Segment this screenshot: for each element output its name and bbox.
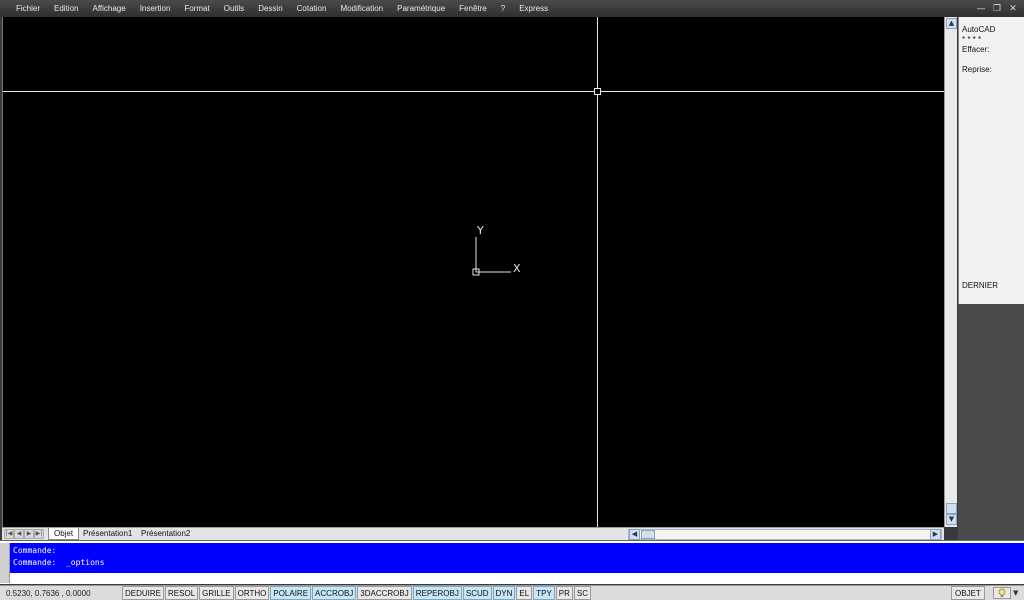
ucs-y-label: Y [476, 224, 484, 237]
command-history-line: Commande: _options [13, 558, 105, 567]
ucs-icon: Y X [472, 224, 521, 276]
command-input[interactable] [10, 573, 1024, 584]
restore-icon[interactable]: ❐ [992, 4, 1002, 14]
menu-item[interactable]: Fichier [16, 4, 40, 13]
lightbulb-icon[interactable] [993, 587, 1011, 599]
properties-line [962, 55, 1021, 65]
menu-item[interactable]: Format [184, 4, 209, 13]
vertical-scrollbar[interactable]: ▲ ▼ [944, 17, 957, 527]
tab-presentation1[interactable]: Présentation1 [78, 528, 137, 540]
toggle-scud[interactable]: SCUD [462, 586, 492, 600]
properties-panel: AutoCAD * * * * Effacer: Reprise: DERNIER [958, 17, 1024, 304]
menu-item[interactable]: Express [519, 4, 548, 13]
prev-tab-icon[interactable]: ◀ [14, 529, 24, 539]
toggle-dyn[interactable]: DYN [492, 586, 516, 600]
minimize-icon[interactable]: — [976, 4, 986, 14]
scroll-thumb[interactable] [946, 503, 957, 514]
menu-item[interactable]: Outils [224, 4, 244, 13]
properties-line: AutoCAD [962, 25, 996, 34]
tray-menu-chevron-icon[interactable]: ▼ [1013, 589, 1018, 597]
menu-item[interactable]: Affichage [92, 4, 125, 13]
toggle-reperobj[interactable]: REPEROBJ [412, 586, 462, 600]
toggle-el[interactable]: EL [516, 586, 533, 600]
menu-item[interactable]: Dessin [258, 4, 282, 13]
toggle-3daccrobj[interactable]: 3DACCROBJ [357, 586, 412, 600]
properties-bottom-label: DERNIER [962, 281, 999, 290]
command-history-line: Commande: [13, 546, 57, 555]
menu-item[interactable]: Insertion [140, 4, 171, 13]
menu-item[interactable]: Edition [54, 4, 78, 13]
horizontal-scroll-thumb[interactable] [641, 530, 655, 539]
crosshair-horizontal [3, 91, 945, 92]
right-panel-background [958, 304, 1024, 541]
first-tab-icon[interactable]: |◀ [4, 529, 14, 539]
toggle-resol[interactable]: RESOL [165, 586, 199, 600]
drawing-area[interactable]: Y X [2, 17, 945, 527]
toggle-pr[interactable]: PR [555, 586, 573, 600]
menu-item[interactable]: ? [501, 4, 505, 13]
toggle-sc[interactable]: SC [573, 586, 592, 600]
command-history: Commande: Commande: _options [10, 543, 1024, 573]
ucs-x-label: X [513, 262, 521, 275]
status-bar: 0.5230, 0.7636 , 0.0000 DEDUIRE RESOL GRIL… [0, 585, 1024, 600]
toggle-deduire[interactable]: DEDUIRE [122, 586, 165, 600]
tab-presentation2[interactable]: Présentation2 [136, 528, 195, 540]
status-tray: ▼ [993, 586, 1024, 600]
coordinate-readout: 0.5230, 0.7636 , 0.0000 [6, 588, 91, 598]
toggle-tpy[interactable]: TPY [533, 586, 555, 600]
menu-item[interactable]: Cotation [297, 4, 327, 13]
properties-lines: AutoCAD * * * * Effacer: Reprise: [962, 25, 1021, 75]
toggle-ortho[interactable]: ORTHO [234, 586, 270, 600]
properties-line: Reprise: [962, 65, 992, 74]
next-tab-icon[interactable]: ▶ [24, 529, 34, 539]
properties-line: Effacer: [962, 45, 990, 54]
last-tab-icon[interactable]: ▶| [34, 529, 44, 539]
scroll-left-icon[interactable]: ◀ [629, 529, 640, 540]
menu-item[interactable]: Fenêtre [459, 4, 487, 13]
window-controls: — ❐ ✕ [976, 0, 1024, 17]
toggle-polaire[interactable]: POLAIRE [270, 586, 312, 600]
close-icon[interactable]: ✕ [1008, 4, 1018, 14]
scroll-right-icon[interactable]: ▶ [930, 529, 941, 540]
pickbox-cursor [594, 88, 601, 95]
toggle-accrobj[interactable]: ACCROBJ [312, 586, 357, 600]
command-window: Commande: Commande: _options [0, 540, 1024, 584]
status-toggles: DEDUIRE RESOL GRILLE ORTHO POLAIRE ACCROBJ 3DA… [122, 586, 592, 600]
tab-objet[interactable]: Objet [48, 528, 80, 540]
command-window-grip[interactable] [0, 543, 10, 583]
properties-line: * * * * [962, 35, 982, 44]
menu-bar: Fichier Edition Affichage Insertion Format Ou… [0, 0, 1024, 17]
scroll-down-icon[interactable]: ▼ [946, 514, 957, 525]
menu-item[interactable]: Modification [340, 4, 383, 13]
toggle-grille[interactable]: GRILLE [199, 586, 234, 600]
menu-item[interactable]: Paramétrique [397, 4, 445, 13]
model-space-button[interactable]: OBJET [951, 586, 985, 600]
scroll-up-icon[interactable]: ▲ [946, 18, 957, 29]
horizontal-scrollbar[interactable]: ◀ ▶ [628, 529, 942, 540]
layout-tabs-bar: |◀ ◀ ▶ ▶| Objet Présentation1 Présentati… [2, 527, 944, 540]
